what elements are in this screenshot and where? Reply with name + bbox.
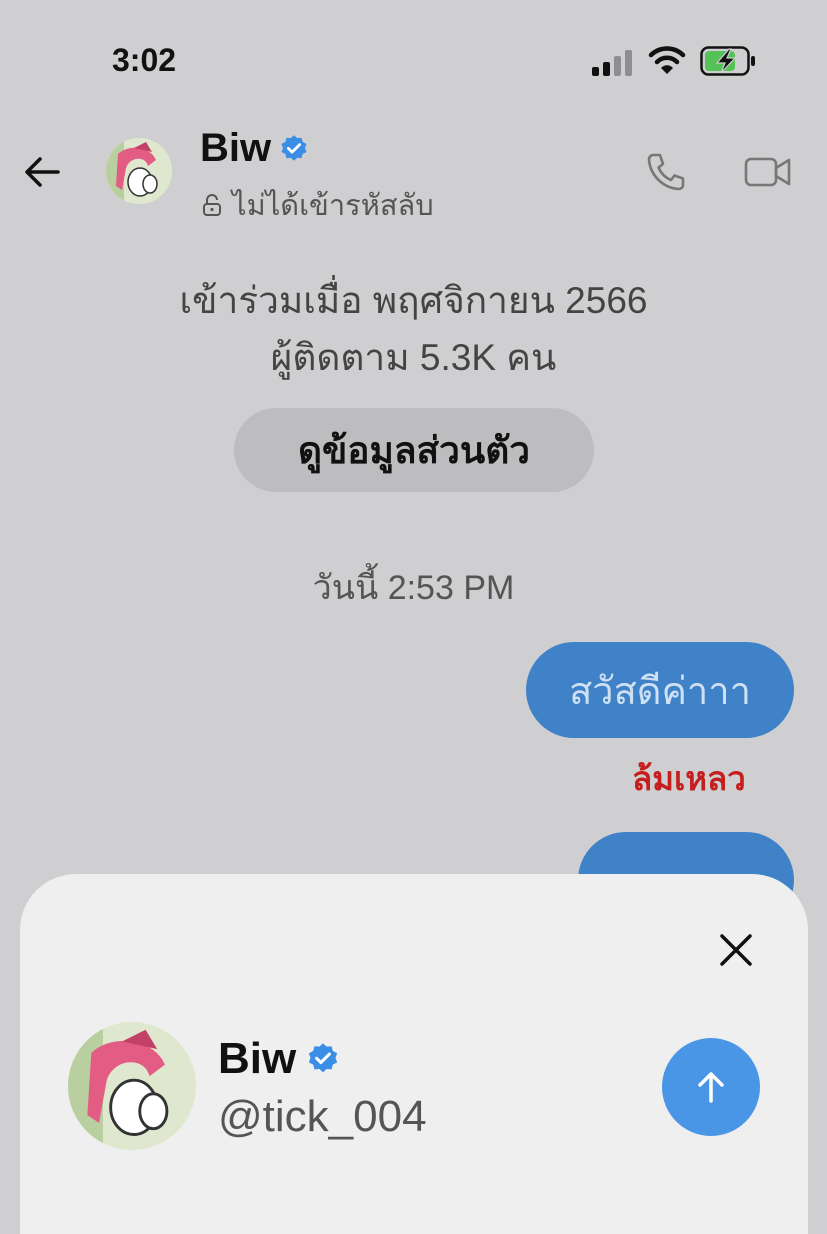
share-contact-handle: @tick_004 — [218, 1092, 427, 1141]
contact-name: Biw — [200, 126, 272, 170]
message-bubble[interactable]: สวัสดีค่าาา — [526, 642, 794, 738]
phone-icon[interactable] — [644, 150, 688, 194]
status-bar: 3:02 — [0, 0, 827, 120]
encryption-status-text: ไม่ได้เข้ารหัสลับ — [232, 190, 434, 222]
contact-name-row: Biw — [200, 126, 309, 171]
lock-icon — [203, 194, 221, 216]
message-text: สวัสดีค่าาา — [569, 670, 751, 713]
status-time: 3:02 — [112, 42, 177, 78]
signal-icon — [592, 50, 632, 76]
verified-badge-icon — [281, 134, 307, 161]
profile-summary: เข้าร่วมเมื่อ พฤศจิกายน 2566 ผู้ติดตาม 5… — [0, 272, 827, 386]
joined-date: เข้าร่วมเมื่อ พฤศจิกายน 2566 — [179, 280, 648, 321]
video-icon[interactable] — [744, 152, 792, 192]
wifi-icon — [648, 46, 686, 74]
avatar-image — [106, 138, 172, 204]
share-contact-name: Biw — [218, 1034, 297, 1083]
view-profile-button[interactable]: ดูข้อมูลส่วนตัว — [234, 408, 594, 492]
send-button[interactable] — [662, 1038, 760, 1136]
arrow-up-icon — [698, 1072, 724, 1103]
message-failed-status[interactable]: ล้มเหลว — [632, 752, 746, 805]
avatar[interactable] — [106, 138, 172, 204]
follower-count: ผู้ติดตาม 5.3K คน — [270, 337, 557, 378]
chat-header: Biw ไม่ได้เข้ารหัสลับ — [0, 120, 827, 230]
battery-charging-icon — [700, 46, 755, 76]
avatar-image — [68, 1022, 196, 1150]
back-arrow-icon[interactable] — [22, 152, 62, 192]
close-icon[interactable] — [714, 928, 758, 972]
encryption-status: ไม่ได้เข้ารหัสลับ — [200, 182, 434, 228]
share-name-row: Biw — [218, 1034, 340, 1084]
date-separator: วันนี้ 2:53 PM — [312, 569, 515, 607]
verified-badge-icon — [309, 1043, 338, 1073]
share-sheet: Biw @tick_004 — [20, 874, 808, 1234]
avatar — [68, 1022, 196, 1150]
